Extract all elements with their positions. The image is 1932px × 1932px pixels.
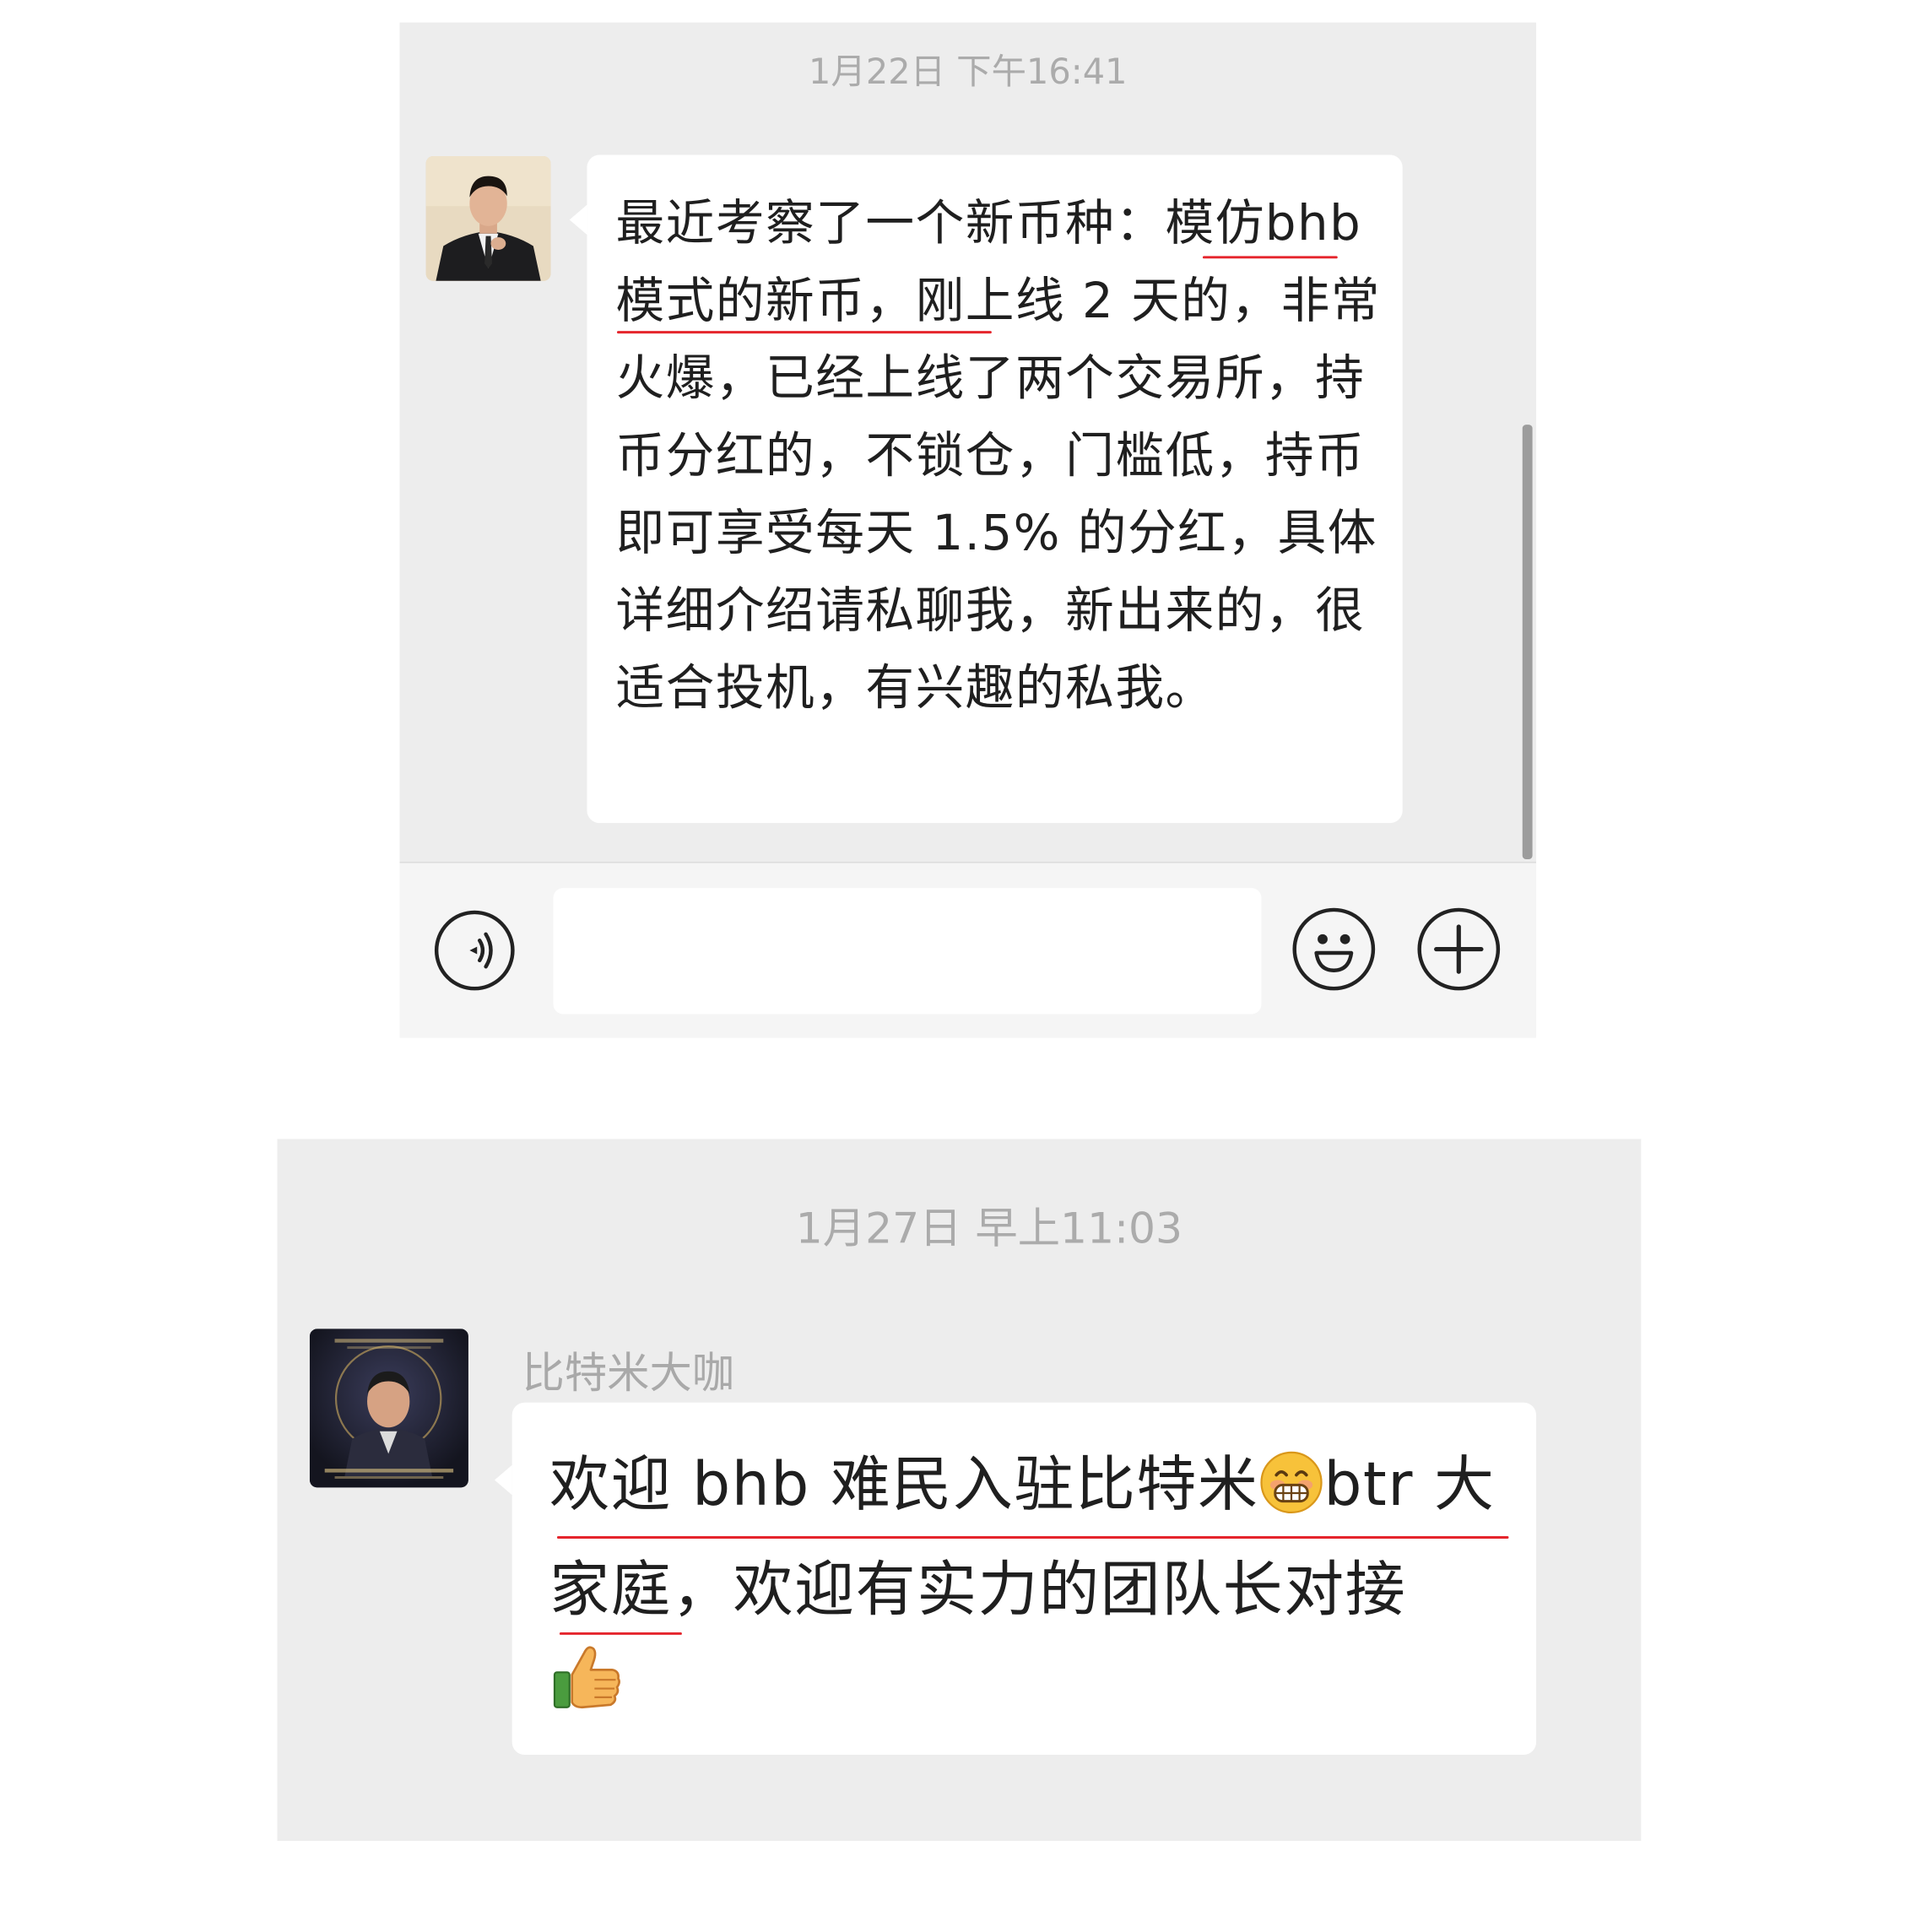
message-timestamp: 1月27日 早上11:03 <box>795 1204 1183 1254</box>
voice-icon <box>469 932 493 969</box>
message-text-part: 欢迎 bhb 难民入驻比特米 <box>549 1449 1259 1520</box>
message-bubble[interactable]: 最近考察了一个新币种：模仿bhb 模式的新币，刚上线 2 天的，非常火爆，已经上… <box>569 154 1403 824</box>
smiley-icon <box>1314 934 1354 972</box>
grinning-face-emoji-icon <box>1258 1448 1323 1542</box>
man-portrait-poster-avatar-icon <box>309 1329 468 1488</box>
chat-panel-1: 1月22日 下午16:41 最近考察了一个新币种：模仿bhb 模式的新币，刚上线… <box>399 22 1537 1038</box>
highlight-underline <box>559 1632 682 1635</box>
person-in-suit-avatar-icon <box>425 155 551 281</box>
avatar[interactable] <box>309 1329 468 1488</box>
screenshot-canvas: 1月22日 下午16:41 最近考察了一个新币种：模仿bhb 模式的新币，刚上线… <box>0 0 1932 1932</box>
thumbs-up-emoji-icon <box>549 1637 627 1742</box>
plus-icon <box>1434 924 1484 974</box>
chat-input-bar <box>399 861 1537 1038</box>
add-button[interactable] <box>1417 907 1501 991</box>
message-timestamp: 1月22日 下午16:41 <box>809 51 1128 93</box>
scrollbar[interactable] <box>1522 425 1533 860</box>
highlight-underline <box>616 331 992 334</box>
message-text: 最近考察了一个新币种：模仿bhb 模式的新币，刚上线 2 天的，非常火爆，已经上… <box>615 196 1381 717</box>
message-input[interactable] <box>553 888 1262 1015</box>
sender-name: 比特米大咖 <box>522 1349 735 1399</box>
voice-button[interactable] <box>434 910 515 991</box>
chat-panel-2: 1月27日 早上11:03 比特米大咖 欢迎 bhb 难民入驻比特米 btr 大… <box>277 1139 1642 1842</box>
highlight-underline <box>1202 256 1338 259</box>
message-bubble[interactable]: 欢迎 bhb 难民入驻比特米 btr 大家庭，欢迎有实力的团队长对接 <box>494 1402 1537 1755</box>
avatar[interactable] <box>425 155 551 281</box>
highlight-underline <box>556 1536 1509 1539</box>
message-text: 欢迎 bhb 难民入驻比特米 btr 大家庭，欢迎有实力的团队长对接 <box>549 1437 1523 1742</box>
emoji-button[interactable] <box>1292 907 1376 991</box>
